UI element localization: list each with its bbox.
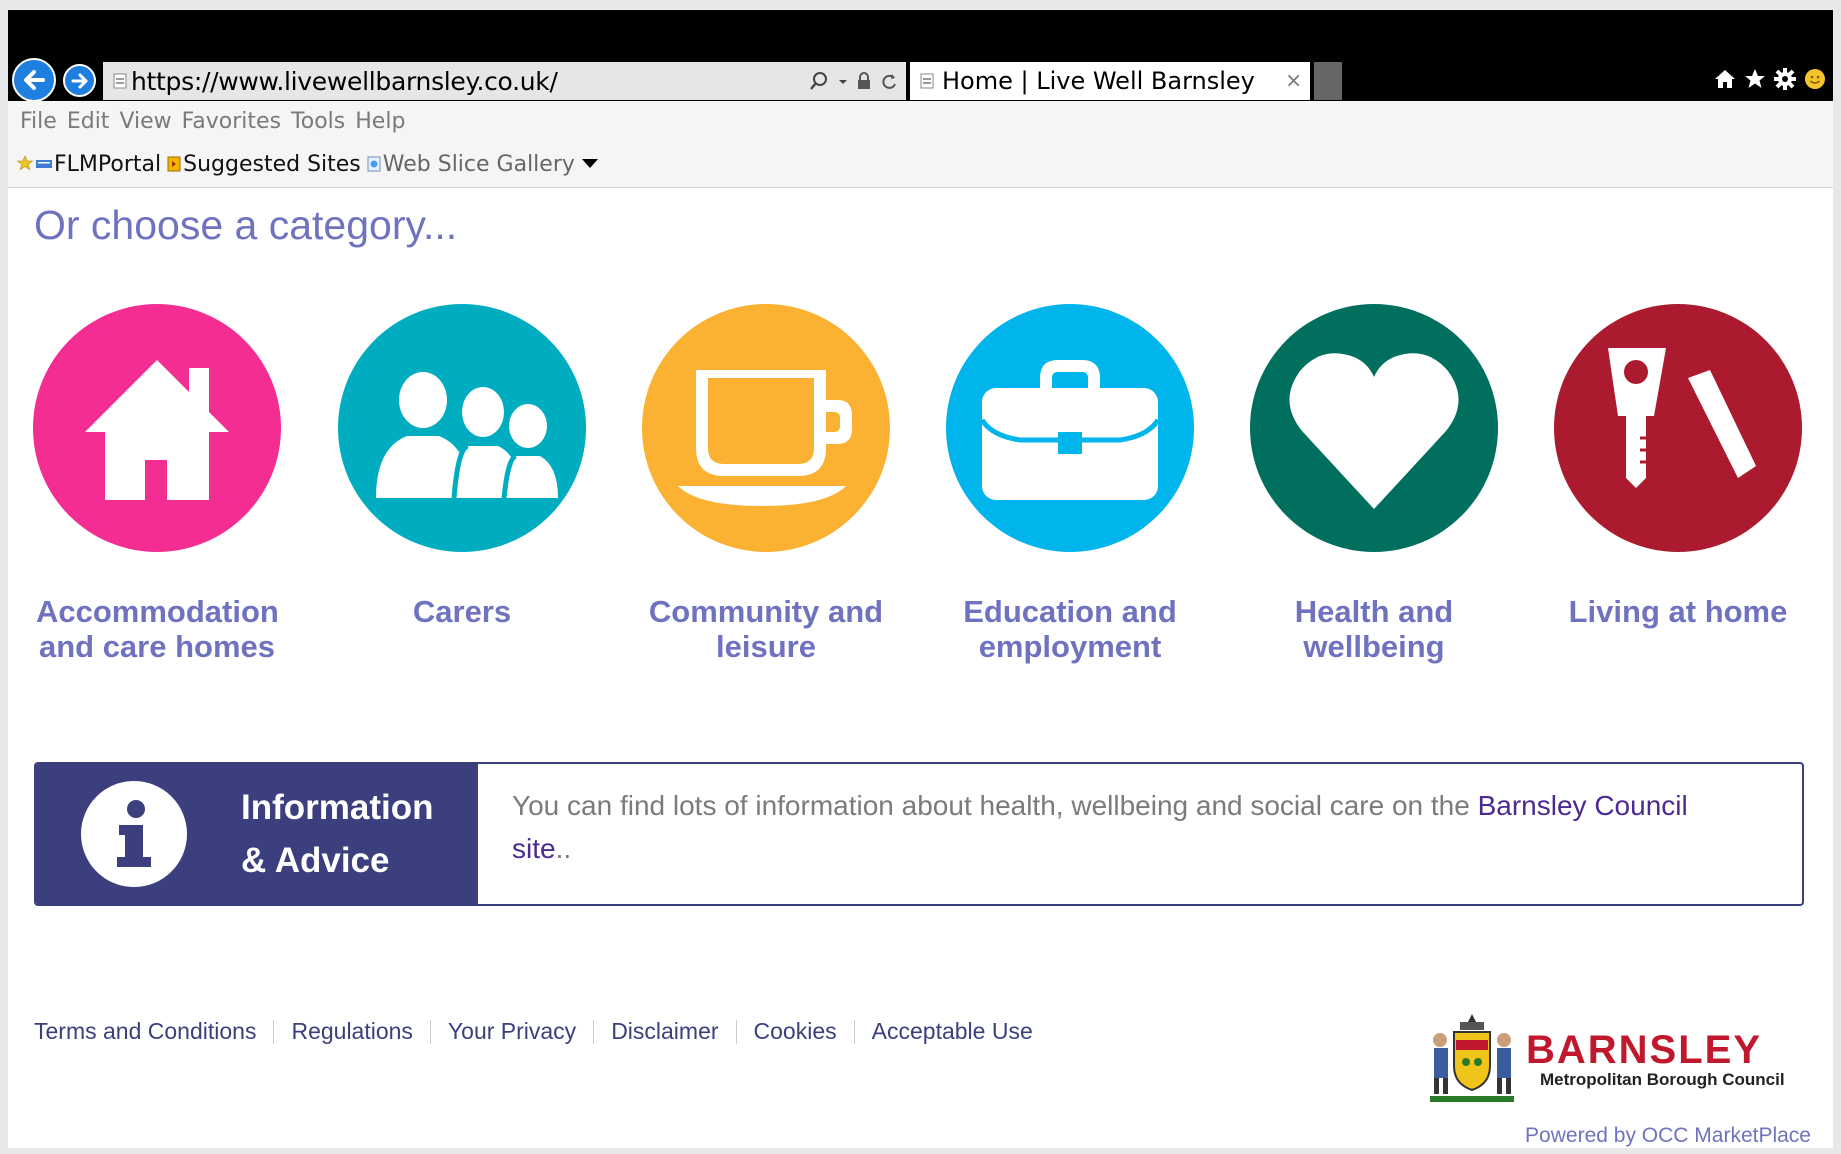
category-carers[interactable]: Carers [337,304,587,629]
coat-of-arms-icon [1430,1014,1514,1102]
info-icon [81,781,187,887]
arrow-left-icon [24,70,45,90]
favorite-web-slice-gallery[interactable]: Web Slice Gallery [367,152,599,177]
lock-icon[interactable] [856,70,872,92]
address-bar-icons [808,62,898,100]
footer-link-terms[interactable]: Terms and Conditions [34,1018,256,1045]
home-icon[interactable] [1713,67,1737,91]
info-title-line2: & Advice [241,841,390,880]
page-icon [920,73,934,89]
footer-divider [429,1019,431,1044]
search-icon[interactable] [808,70,830,92]
footer-link-cookies[interactable]: Cookies [754,1018,837,1045]
menu-tools[interactable]: Tools [291,109,345,134]
info-panel-header: Information & Advice [36,764,478,904]
category-community[interactable]: Community and leisure [641,304,891,664]
footer-divider [273,1019,275,1044]
refresh-icon[interactable] [880,70,898,92]
footer-link-regulations[interactable]: Regulations [291,1018,412,1045]
information-advice-box: Information & Advice You can find lots o… [34,762,1804,906]
chevron-down-icon[interactable] [581,158,599,170]
house-icon [85,360,229,500]
footer-divider [853,1019,855,1044]
menu-bar: File Edit View Favorites Tools Help [8,101,1833,141]
footer-divider [735,1019,737,1044]
back-button[interactable] [12,58,56,102]
info-suffix: .. [555,833,572,864]
favorite-label: Web Slice Gallery [382,151,575,177]
powered-by-link[interactable]: Powered by OCC MarketPlace [1525,1124,1811,1148]
page-heading: Or choose a category... [34,202,458,248]
browser-toolbar-icons [1713,67,1827,91]
favorites-bar: FLMPortal Suggested Sites Web Slice Gall… [8,141,1833,189]
suggested-sites-icon [167,156,181,172]
info-title: Information & Advice [241,781,471,887]
category-education[interactable]: Education and employment [945,304,1195,664]
arrow-right-icon [71,73,87,88]
category-label[interactable]: Education and employment [945,594,1195,664]
briefcase-icon [980,360,1160,500]
key-icon [1608,348,1756,488]
category-circle[interactable] [338,304,586,552]
tab-title: Home | Live Well Barnsley [942,67,1255,95]
category-circle[interactable] [642,304,890,552]
info-text: You can find lots of information about h… [478,764,1752,904]
star-icon[interactable] [1743,67,1767,91]
browser-titlebar: https://www.livewellbarnsley.co.uk/ Home… [8,10,1833,102]
dropdown-arrow-icon[interactable] [838,70,848,92]
favorite-flmportal[interactable]: FLMPortal [34,152,161,177]
web-slice-icon [367,156,381,172]
menu-file[interactable]: File [20,109,57,134]
category-label[interactable]: Carers [337,594,587,629]
footer-divider [593,1019,595,1044]
cup-icon [678,370,852,506]
info-glyph-icon [117,800,151,867]
gear-icon[interactable] [1773,67,1797,91]
council-name: BARNSLEY [1526,1028,1763,1072]
people-icon [376,372,558,499]
browser-window: https://www.livewellbarnsley.co.uk/ Home… [8,10,1833,1148]
address-bar[interactable]: https://www.livewellbarnsley.co.uk/ [103,62,906,100]
favorite-label: Suggested Sites [183,151,361,177]
category-label[interactable]: Community and leisure [641,594,891,664]
tab-close-button[interactable]: × [1285,68,1302,92]
footer-links: Terms and Conditions Regulations Your Pr… [34,1018,1033,1045]
category-label[interactable]: Living at home [1553,594,1803,629]
category-living-at-home[interactable]: Living at home [1553,304,1803,629]
footer-link-privacy[interactable]: Your Privacy [448,1018,576,1045]
footer-link-acceptable-use[interactable]: Acceptable Use [872,1018,1033,1045]
category-circle[interactable] [1250,304,1498,552]
info-title-line1: Information [241,788,434,827]
barnsley-council-logo[interactable]: BARNSLEY Metropolitan Borough Council [1426,1010,1811,1104]
category-circle[interactable] [33,304,281,552]
info-body: You can find lots of information about h… [512,790,1478,821]
category-label[interactable]: Accommodation and care homes [32,594,282,664]
category-accommodation[interactable]: Accommodation and care homes [32,304,282,664]
smiley-feedback-icon[interactable] [1803,67,1827,91]
favorites-star-icon[interactable] [16,155,34,173]
footer-link-disclaimer[interactable]: Disclaimer [611,1018,718,1045]
favorite-suggested-sites[interactable]: Suggested Sites [167,152,361,177]
category-circle[interactable] [946,304,1194,552]
menu-favorites[interactable]: Favorites [182,109,281,134]
favorite-label: FLMPortal [54,151,162,177]
tab-home[interactable]: Home | Live Well Barnsley × [910,62,1310,100]
web-page: Or choose a category... Accommodation an… [8,188,1833,1148]
category-circle[interactable] [1554,304,1802,552]
menu-help[interactable]: Help [355,109,405,134]
heart-icon [1289,353,1459,509]
url-text[interactable]: https://www.livewellbarnsley.co.uk/ [131,67,558,96]
new-tab-button[interactable] [1314,62,1342,100]
category-health[interactable]: Health and wellbeing [1249,304,1499,664]
menu-view[interactable]: View [119,109,171,134]
flmportal-icon [36,160,52,168]
page-icon [113,73,127,89]
council-subtitle: Metropolitan Borough Council [1540,1070,1785,1089]
category-label[interactable]: Health and wellbeing [1249,594,1499,664]
forward-button[interactable] [63,64,96,97]
menu-edit[interactable]: Edit [67,109,110,134]
